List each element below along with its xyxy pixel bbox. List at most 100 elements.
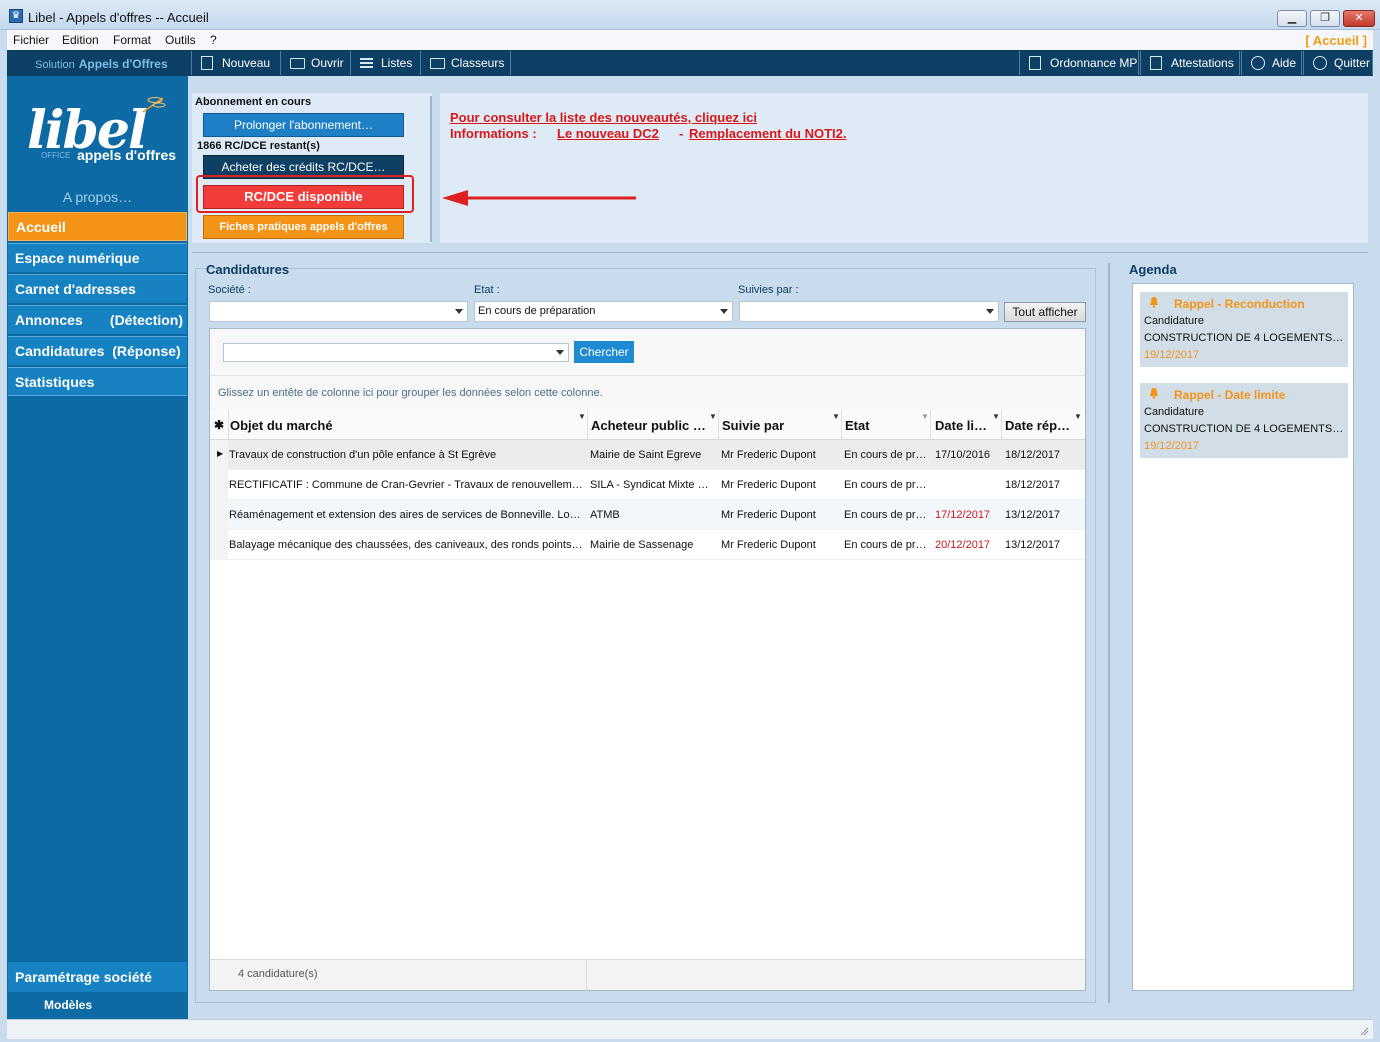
prolonger-button[interactable]: Prolonger l'abonnement…: [203, 113, 404, 137]
listes-label: Listes: [381, 56, 413, 70]
menu-help[interactable]: ?: [210, 33, 217, 47]
sidebar-item-parametrage[interactable]: Paramétrage société: [8, 962, 187, 992]
sidebar-item-modeles[interactable]: Modèles: [44, 998, 92, 1012]
resize-grip-icon[interactable]: [1359, 1026, 1369, 1036]
sidebar-item-annonces[interactable]: Annonces (Détection): [8, 305, 187, 334]
column-header-objet[interactable]: Objet du marché: [230, 418, 333, 433]
folder-icon: [430, 58, 445, 69]
listes-button[interactable]: Listes: [350, 51, 421, 75]
sidebar: libel OFFICE appels d'offres A propos… A…: [7, 76, 188, 1019]
chercher-button[interactable]: Chercher: [574, 341, 634, 363]
agenda-item[interactable]: Rappel - Reconduction Candidature CONSTR…: [1140, 292, 1348, 367]
menu-fichier[interactable]: Fichier: [13, 33, 49, 47]
divider: [192, 252, 1368, 253]
abonnement-panel: Abonnement en cours Prolonger l'abonneme…: [192, 93, 432, 243]
cell-suivie: Mr Frederic Dupont: [721, 479, 816, 491]
bell-icon: [1150, 297, 1158, 308]
cell-date-reponse: 13/12/2017: [1005, 509, 1061, 521]
attestations-button[interactable]: Attestations: [1140, 51, 1240, 75]
dc2-link[interactable]: Le nouveau DC2: [557, 126, 659, 141]
agenda-item-title: Rappel - Reconduction: [1174, 297, 1305, 311]
filter-icon[interactable]: ▼: [992, 412, 1000, 421]
agenda-item-description: CONSTRUCTION DE 4 LOGEMENTS IN…: [1144, 423, 1344, 435]
filter-icon[interactable]: ▼: [1074, 412, 1082, 421]
agenda-item-title: Rappel - Date limite: [1174, 388, 1286, 402]
table-row[interactable]: Balayage mécanique des chaussées, des ca…: [210, 530, 1085, 560]
menu-bar: Fichier Edition Format Outils ? [ Accuei…: [7, 30, 1373, 50]
table-row[interactable]: Réaménagement et extension des aires de …: [210, 500, 1085, 530]
quitter-label: Quitter: [1334, 56, 1371, 70]
menu-outils[interactable]: Outils: [165, 33, 196, 47]
classeurs-button[interactable]: Classeurs: [420, 51, 511, 75]
divider: [1108, 263, 1110, 1003]
ordonnance-button[interactable]: Ordonnance MP: [1019, 51, 1139, 75]
divider: [586, 960, 587, 991]
filter-icon[interactable]: ▼: [921, 412, 929, 421]
tout-afficher-button[interactable]: Tout afficher: [1004, 302, 1086, 322]
minimize-icon[interactable]: ▁: [1277, 10, 1307, 27]
cell-etat: En cours de pr…: [844, 539, 927, 551]
menu-edition[interactable]: Edition: [62, 33, 99, 47]
etat-select[interactable]: En cours de préparation: [474, 301, 733, 322]
agenda-title: Agenda: [1129, 262, 1177, 277]
cell-suivie: Mr Frederic Dupont: [721, 449, 816, 461]
agenda-item[interactable]: Rappel - Date limite Candidature CONSTRU…: [1140, 383, 1348, 458]
agenda-item-type: Candidature: [1144, 315, 1204, 327]
breadcrumb: [ Accueil ]: [1305, 33, 1367, 48]
sidebar-item-espace-numerique[interactable]: Espace numérique: [8, 243, 187, 272]
attestations-label: Attestations: [1171, 56, 1234, 70]
cell-acheteur: Mairie de Sassenage: [590, 539, 694, 551]
row-indicator: [210, 530, 228, 560]
column-header-date-reponse[interactable]: Date rép…: [1005, 418, 1070, 433]
suivies-select[interactable]: [739, 301, 999, 322]
asterisk-icon: ✱: [214, 418, 225, 432]
cell-objet: RECTIFICATIF : Commune de Cran-Gevrier -…: [229, 479, 583, 491]
filter-icon[interactable]: ▼: [578, 412, 586, 421]
rc-highlight-annotation: [196, 175, 414, 213]
cell-date-reponse: 18/12/2017: [1005, 479, 1061, 491]
cell-objet: Réaménagement et extension des aires de …: [229, 509, 583, 521]
column-header-etat[interactable]: Etat: [845, 418, 870, 433]
maximize-icon[interactable]: ❐: [1310, 10, 1340, 27]
sidebar-item-candidatures[interactable]: Candidatures (Réponse): [8, 336, 187, 365]
ouvrir-button[interactable]: Ouvrir: [280, 51, 351, 75]
fiches-pratiques-button[interactable]: Fiches pratiques appels d'offres: [203, 215, 404, 239]
nouveautes-link[interactable]: Pour consulter la liste des nouveautés, …: [450, 110, 757, 125]
societe-select[interactable]: [209, 301, 468, 322]
close-icon[interactable]: ✕: [1343, 10, 1375, 27]
filter-icon[interactable]: ▼: [709, 412, 717, 421]
sidebar-item-accueil[interactable]: Accueil: [8, 212, 187, 241]
chevron-down-icon: [986, 309, 994, 314]
help-icon: [1251, 56, 1265, 70]
filter-icon[interactable]: ▼: [832, 412, 840, 421]
quitter-button[interactable]: Quitter: [1303, 51, 1373, 75]
aide-button[interactable]: Aide: [1241, 51, 1302, 75]
sidebar-item-statistiques[interactable]: Statistiques: [8, 367, 187, 396]
folder-open-icon: [290, 58, 305, 69]
list-icon: [360, 56, 373, 70]
chevron-down-icon: [720, 309, 728, 314]
agenda-item-description: CONSTRUCTION DE 4 LOGEMENTS IN…: [1144, 332, 1344, 344]
noti2-link[interactable]: Remplacement du NOTI2.: [689, 126, 846, 141]
chevron-down-icon: [556, 350, 564, 355]
sidebar-item-carnet[interactable]: Carnet d'adresses: [8, 274, 187, 303]
column-header-acheteur[interactable]: Acheteur public …: [591, 418, 706, 433]
column-separator: [718, 410, 719, 440]
cell-acheteur: ATMB: [590, 509, 620, 521]
group-by-hint[interactable]: Glissez un entête de colonne ici pour gr…: [210, 375, 1085, 410]
nouveau-button[interactable]: Nouveau: [191, 51, 281, 75]
table-row[interactable]: RECTIFICATIF : Commune de Cran-Gevrier -…: [210, 470, 1085, 500]
bell-icon: [1150, 388, 1158, 399]
table-row[interactable]: ▶ Travaux de construction d'un pôle enfa…: [210, 440, 1085, 470]
search-input[interactable]: [223, 343, 569, 362]
menu-format[interactable]: Format: [113, 33, 151, 47]
column-separator: [1001, 410, 1002, 440]
column-header-date-limite[interactable]: Date li…: [935, 418, 987, 433]
column-header-suivie[interactable]: Suivie par: [722, 418, 784, 433]
cell-suivie: Mr Frederic Dupont: [721, 539, 816, 551]
cell-date-limite: 20/12/2017: [935, 539, 991, 551]
cell-acheteur: SILA - Syndicat Mixte d…: [590, 479, 714, 491]
row-indicator: [210, 470, 228, 500]
apropos-link[interactable]: A propos…: [7, 189, 188, 205]
ordonnance-book-icon: [1029, 56, 1041, 70]
